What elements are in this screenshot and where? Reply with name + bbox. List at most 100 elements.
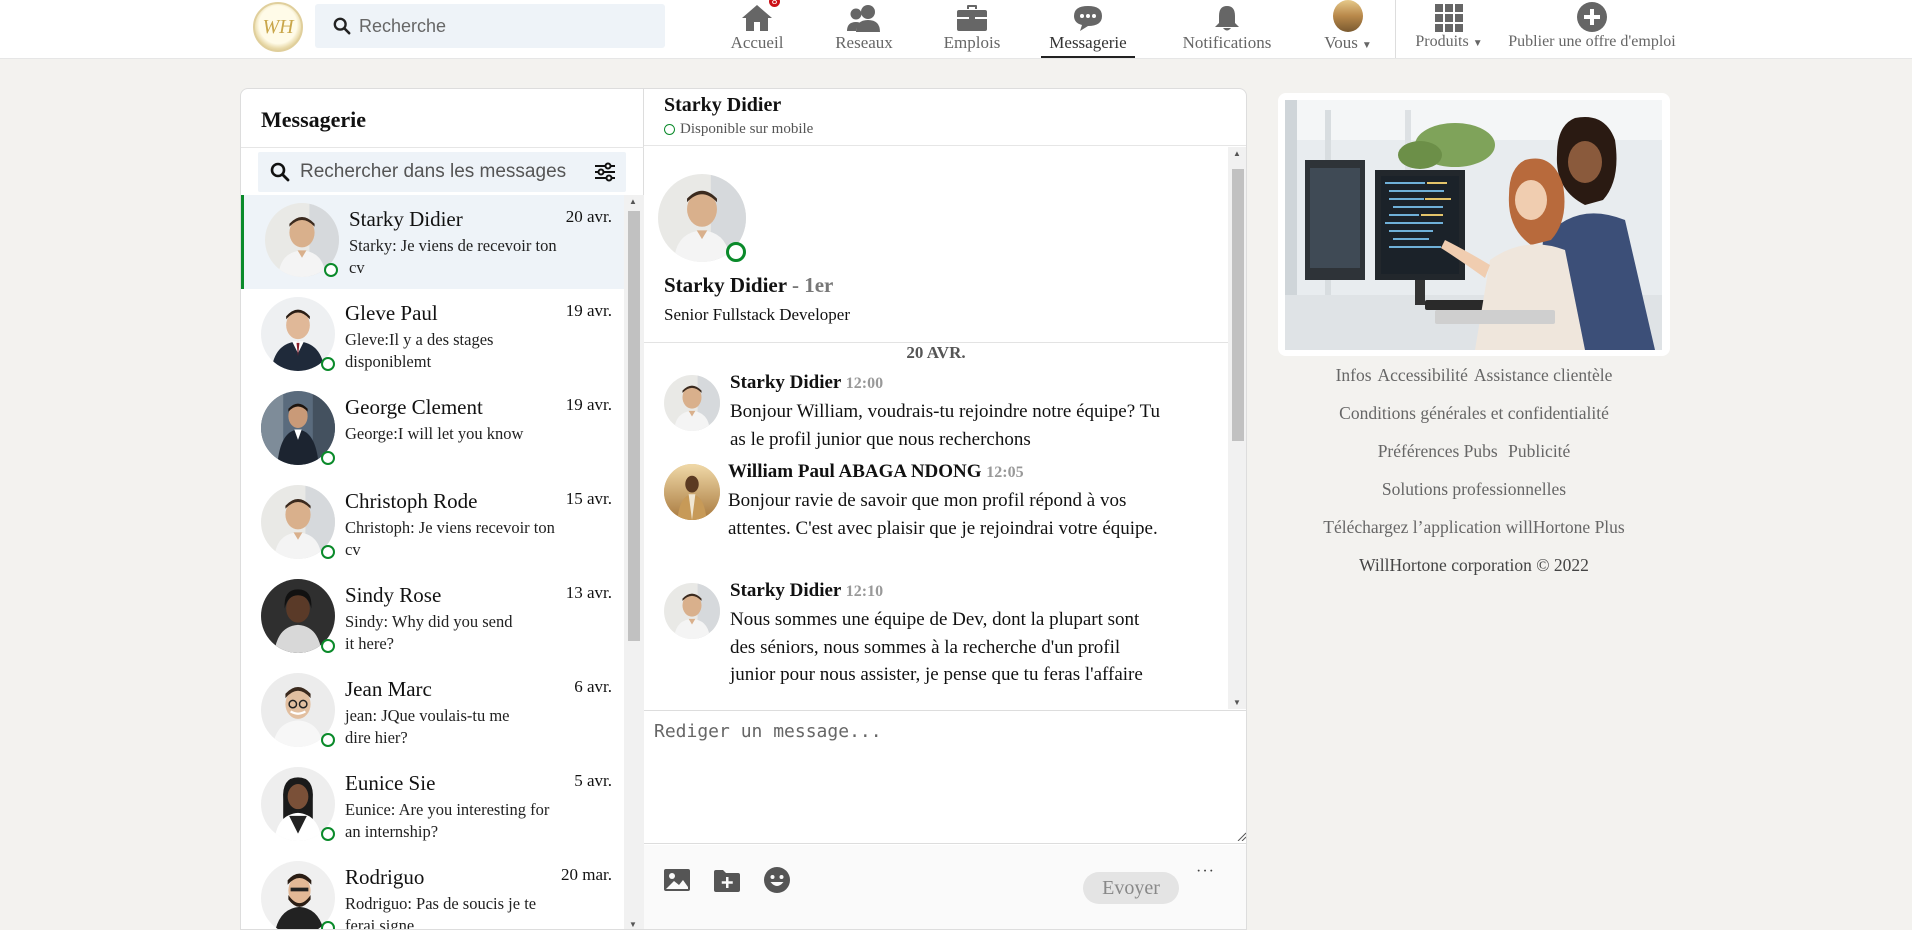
app-logo[interactable]: WH [253,2,303,52]
message-sender[interactable]: Starky Didier [730,580,841,601]
nav-produits[interactable]: Produits ▼ [1412,0,1486,58]
conversation-snippet: Starky: Je viens de recevoir ton cv [349,236,557,277]
message-time: 12:10 [845,583,884,600]
divider [241,147,644,148]
top-navbar: WH 8 Accueil Reseaux Emplois Messagerie [0,0,1912,59]
profile-headline: Senior Fullstack Developer [664,305,851,324]
scrollbar-thumb[interactable] [628,211,640,641]
global-search-input[interactable] [359,15,649,37]
online-status-dot [321,357,335,371]
global-search[interactable] [315,4,665,48]
conversation-date: 5 avr. [574,771,612,790]
nav-divider [1395,0,1396,58]
nav-notifications-label: Notifications [1182,33,1272,52]
send-button[interactable]: Evoyer [1083,872,1179,904]
message-composer [644,710,1246,844]
caret-down-icon: ▼ [1472,38,1483,49]
nav-accueil[interactable]: 8 Accueil [729,0,785,58]
avatar[interactable] [664,583,720,639]
nav-messagerie[interactable]: Messagerie [1041,0,1135,58]
filter-sliders-icon[interactable] [594,161,616,183]
thread-scrollbar[interactable]: ▲ ▼ [1228,147,1246,709]
message-search-input[interactable] [300,161,590,183]
conversation-name: Sindy Rose [345,583,442,607]
image-icon[interactable] [662,865,692,895]
footer-link-publicite[interactable]: Publicité [1508,441,1570,461]
avatar [261,861,335,929]
conversation-item[interactable]: Eunice Sie 5 avr. Eunice: Are you intere… [241,759,624,853]
scroll-down-arrow[interactable]: ▼ [629,920,637,929]
online-status-dot [321,451,335,465]
online-status-dot [726,242,746,262]
conversation-snippet: Sindy: Why did you send it here? [345,612,513,653]
resize-handle-icon[interactable] [1236,831,1246,841]
footer-link-telechargez[interactable]: Téléchargez l’application willHortone Pl… [1323,517,1624,537]
nav-accueil-label: Accueil [730,33,784,52]
nav-vous[interactable]: Vous ▼ [1320,0,1376,58]
conversation-item[interactable]: Jean Marc 6 avr. jean: JQue voulais-tu m… [241,665,624,759]
briefcase-icon [956,0,988,32]
footer-link-assistance[interactable]: Assistance clientèle [1474,365,1613,385]
online-status-dot [321,545,335,559]
nav-reseaux[interactable]: Reseaux [831,0,897,58]
message-input[interactable] [644,711,1246,843]
emoji-icon[interactable] [762,865,792,895]
plus-circle-icon [1577,0,1607,32]
promo-card[interactable] [1278,93,1670,356]
conversation-snippet: Christoph: Je viens recevoir ton cv [345,518,555,559]
scroll-down-arrow[interactable]: ▼ [1233,698,1241,707]
conversation-snippet: Rodriguo: Pas de soucis je te ferai sign… [345,894,537,930]
footer-link-accessibilite[interactable]: Accessibilité [1378,365,1468,385]
message-thread: Starky Didier - 1er Senior Fullstack Dev… [644,147,1228,709]
message-sender[interactable]: William Paul ABAGA NDONG [728,461,982,482]
profile-avatar [1333,0,1363,32]
conversation-item[interactable]: Starky Didier 20 avr. Starky: Je viens d… [241,195,624,289]
profile-name[interactable]: Starky Didier [664,273,787,297]
network-icon [846,0,882,32]
footer-link-conditions[interactable]: Conditions générales et confidentialité [1339,403,1609,423]
message-time: 12:05 [986,464,1024,481]
message-item: Starky Didier 12:10 Nous sommes une équi… [644,580,1228,709]
nav-publier-label: Publier une offre d'emploi [1508,33,1676,50]
conversation-snippet: Eunice: Are you interesting for an inter… [345,800,550,841]
home-icon: 8 [741,0,782,32]
message-search[interactable] [258,152,626,192]
conversation-snippet: jean: JQue voulais-tu me dire hier? [345,706,510,747]
attach-file-icon[interactable] [712,865,742,895]
contact-name[interactable]: Starky Didier [664,94,781,117]
nav-messagerie-label: Messagerie [1049,33,1127,52]
scroll-up-arrow[interactable]: ▲ [629,197,637,206]
conversation-item[interactable]: Sindy Rose 13 avr. Sindy: Why did you se… [241,571,624,665]
nav-publier-offre[interactable]: Publier une offre d'emploi [1502,0,1682,58]
conversation-scrollbar[interactable]: ▲ ▼ [624,195,644,929]
online-status-dot [324,263,338,277]
conversation-item[interactable]: George Clement 19 avr. George:I will let… [241,383,624,477]
nav-notifications[interactable]: Notifications [1180,0,1274,58]
nav-vous-label: Vous [1324,33,1358,52]
conversation-view: Starky Didier Disponible sur mobile Star… [644,89,1246,929]
promo-image[interactable] [1285,100,1662,350]
message-sender[interactable]: Starky Didier [730,372,841,393]
more-options-icon[interactable]: ··· [1196,863,1215,881]
conversation-date: 19 avr. [565,301,612,320]
avatar[interactable] [664,464,720,520]
conversation-name: Christoph Rode [345,489,478,513]
caret-down-icon: ▼ [1361,40,1372,51]
footer-link-solutions[interactable]: Solutions professionnelles [1382,479,1566,499]
conversation-item[interactable]: Gleve Paul 19 avr. Gleve:Il y a des stag… [241,289,624,383]
footer-link-infos[interactable]: Infos [1336,365,1372,385]
scrollbar-thumb[interactable] [1232,169,1244,441]
nav-emplois[interactable]: Emplois [941,0,1003,58]
conversation-item[interactable]: Rodriguo 20 mar. Rodriguo: Pas de soucis… [241,853,624,930]
avatar[interactable] [664,375,720,431]
conversation-snippet: Gleve:Il y a des stages disponiblemt [345,330,494,371]
mobile-status-dot [664,124,675,135]
footer-link-preferences[interactable]: Préférences Pubs [1378,441,1498,461]
conversation-sidebar: Messagerie Starky Didier 20 avr. Starky:… [241,89,644,930]
nav-emplois-label: Emplois [943,33,1001,52]
chat-bubble-icon [1072,0,1104,32]
conversation-name: Starky Didier [349,207,463,231]
conversation-item[interactable]: Christoph Rode 15 avr. Christoph: Je vie… [241,477,624,571]
copyright-text: WillHortone corporation © 2022 [1359,555,1589,575]
scroll-up-arrow[interactable]: ▲ [1233,149,1241,158]
